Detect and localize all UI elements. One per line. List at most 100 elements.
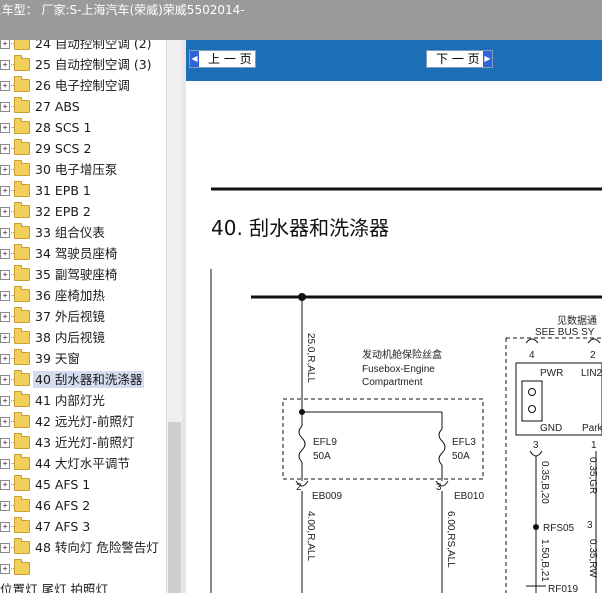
tree-item-label[interactable]: 45 AFS 1 — [33, 476, 92, 493]
tree-item-label[interactable]: 30 电子增压泵 — [33, 161, 119, 178]
tree-item[interactable]: +26 电子控制空调 — [0, 75, 166, 96]
tree-item-label[interactable]: 27 ABS — [33, 98, 82, 115]
expand-icon[interactable]: + — [0, 480, 10, 490]
tree-item-label[interactable]: 48 转向灯 危险警告灯 — [33, 539, 161, 556]
tree-item[interactable]: +45 AFS 1 — [0, 474, 166, 495]
tree-item-label[interactable]: 25 自动控制空调 (3) — [33, 56, 154, 73]
tree-item[interactable]: +30 电子增压泵 — [0, 159, 166, 180]
tree-item-label[interactable]: 43 近光灯-前照灯 — [33, 434, 136, 451]
folder-icon — [14, 433, 30, 449]
wire-label-main: 25.0,R,ALL — [305, 333, 316, 383]
tree-item-label[interactable]: 29 SCS 2 — [33, 140, 93, 157]
expand-icon[interactable]: + — [0, 375, 10, 385]
pin1-label: 1 — [591, 440, 597, 451]
tree-view[interactable]: +24 自动控制空调 (2) +25 自动控制空调 (3) +26 电子控制空调 +2… — [0, 40, 166, 593]
folder-icon — [14, 496, 30, 512]
expand-icon[interactable]: + — [0, 249, 10, 259]
expand-icon[interactable]: + — [0, 81, 10, 91]
wire-label-eb010: 6.00,RS,ALL — [445, 511, 456, 568]
tree-item-label[interactable]: 31 EPB 1 — [33, 182, 93, 199]
tree-item[interactable]: +42 远光灯-前照灯 — [0, 411, 166, 432]
expand-icon[interactable]: + — [0, 459, 10, 469]
tree-item[interactable]: +34 驾驶员座椅 — [0, 243, 166, 264]
tree-item[interactable]: +35 副驾驶座椅 — [0, 264, 166, 285]
tree-item[interactable]: +37 外后视镜 — [0, 306, 166, 327]
folder-icon — [14, 328, 30, 344]
expand-icon[interactable]: + — [0, 312, 10, 322]
tree-item[interactable]: +44 大灯水平调节 — [0, 453, 166, 474]
tree-item[interactable]: +36 座椅加热 — [0, 285, 166, 306]
tree-item[interactable]: +39 天窗 — [0, 348, 166, 369]
tree-item[interactable]: +38 内后视镜 — [0, 327, 166, 348]
pin2-label: 2 — [590, 350, 596, 361]
tree-item-label[interactable]: 33 组合仪表 — [33, 224, 107, 241]
lin2-label: LIN2 — [581, 368, 602, 379]
expand-icon[interactable]: + — [0, 60, 10, 70]
expand-icon[interactable]: + — [0, 123, 10, 133]
tree-item[interactable]: + — [0, 558, 166, 579]
splice-rfs05 — [533, 524, 539, 530]
next-page-button[interactable]: 下 一 页 ▶ — [426, 50, 493, 68]
expand-icon[interactable]: + — [0, 165, 10, 175]
tree-item-label[interactable]: 40 刮水器和洗涤器 — [33, 371, 145, 388]
expand-icon[interactable]: + — [0, 501, 10, 511]
pin-eb010: 3 — [436, 482, 442, 493]
expand-icon[interactable]: + — [0, 186, 10, 196]
gnd-label: GND — [540, 423, 562, 434]
tree-item[interactable]: +46 AFS 2 — [0, 495, 166, 516]
expand-icon[interactable]: + — [0, 438, 10, 448]
tree-item-label[interactable]: 36 座椅加热 — [33, 287, 107, 304]
tree-item-label[interactable]: 37 外后视镜 — [33, 308, 107, 325]
tree-item-label[interactable]: 28 SCS 1 — [33, 119, 93, 136]
expand-icon[interactable]: + — [0, 40, 10, 49]
tree-item-label[interactable]: 35 副驾驶座椅 — [33, 266, 119, 283]
expand-icon[interactable]: + — [0, 522, 10, 532]
tree-item[interactable]: +47 AFS 3 — [0, 516, 166, 537]
folder-icon — [14, 370, 30, 386]
next-page-label: 下 一 页 — [436, 52, 480, 66]
tree-scrollbar[interactable] — [166, 40, 182, 593]
tree-item[interactable]: +31 EPB 1 — [0, 180, 166, 201]
expand-icon[interactable]: + — [0, 333, 10, 343]
expand-icon[interactable]: + — [0, 144, 10, 154]
tree-item-wrapped-text[interactable]: 位置灯 尾灯 拍照灯 — [0, 581, 166, 593]
tree-item-label[interactable]: 26 电子控制空调 — [33, 77, 132, 94]
tree-item[interactable]: +33 组合仪表 — [0, 222, 166, 243]
expand-icon[interactable]: + — [0, 543, 10, 553]
expand-icon[interactable]: + — [0, 564, 10, 574]
tree-item-label[interactable]: 34 驾驶员座椅 — [33, 245, 119, 262]
expand-icon[interactable]: + — [0, 354, 10, 364]
connector-eb010: EB010 — [454, 491, 484, 502]
expand-icon[interactable]: + — [0, 207, 10, 217]
tree-item-label[interactable]: 24 自动控制空调 (2) — [33, 40, 154, 52]
prev-page-button[interactable]: ◀ 上 一 页 — [189, 50, 256, 68]
tree-item-label[interactable]: 47 AFS 3 — [33, 518, 92, 535]
pin-eb009: 2 — [296, 482, 302, 493]
tree-item-label[interactable]: 41 内部灯光 — [33, 392, 107, 409]
expand-icon[interactable]: + — [0, 417, 10, 427]
tree-item[interactable]: +25 自动控制空调 (3) — [0, 54, 166, 75]
expand-icon[interactable]: + — [0, 396, 10, 406]
tree-item[interactable]: +48 转向灯 危险警告灯 — [0, 537, 166, 558]
tree-item[interactable]: +24 自动控制空调 (2) — [0, 40, 166, 54]
tree-item[interactable]: +40 刮水器和洗涤器 — [0, 369, 166, 390]
tree-item-label[interactable]: 38 内后视镜 — [33, 329, 107, 346]
expand-icon[interactable]: + — [0, 270, 10, 280]
expand-icon[interactable]: + — [0, 102, 10, 112]
folder-icon — [14, 40, 30, 50]
folder-icon — [14, 202, 30, 218]
tree-item-label[interactable]: 42 远光灯-前照灯 — [33, 413, 136, 430]
expand-icon[interactable]: + — [0, 291, 10, 301]
tree-item-label[interactable]: 39 天窗 — [33, 350, 82, 367]
scrollbar-thumb[interactable] — [168, 422, 181, 593]
tree-item[interactable]: +29 SCS 2 — [0, 138, 166, 159]
tree-item[interactable]: +43 近光灯-前照灯 — [0, 432, 166, 453]
tree-item-label[interactable]: 46 AFS 2 — [33, 497, 92, 514]
tree-item-label[interactable]: 44 大灯水平调节 — [33, 455, 132, 472]
tree-item[interactable]: +41 内部灯光 — [0, 390, 166, 411]
tree-item-label[interactable]: 32 EPB 2 — [33, 203, 93, 220]
expand-icon[interactable]: + — [0, 228, 10, 238]
tree-item[interactable]: +32 EPB 2 — [0, 201, 166, 222]
tree-item[interactable]: +28 SCS 1 — [0, 117, 166, 138]
tree-item[interactable]: +27 ABS — [0, 96, 166, 117]
